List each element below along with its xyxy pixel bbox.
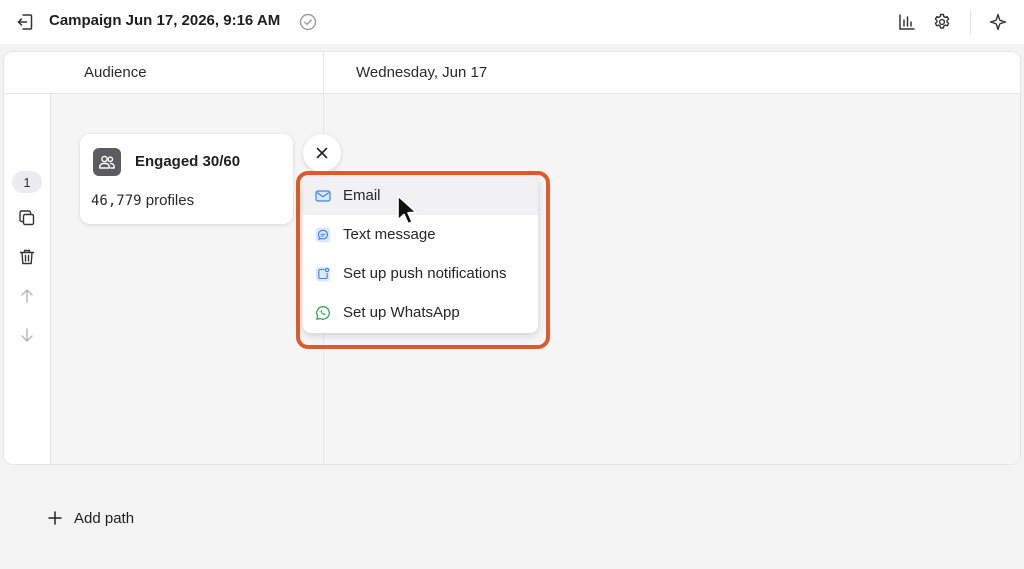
menu-item-whatsapp[interactable]: Set up WhatsApp — [303, 294, 538, 332]
segment-name: Engaged 30/60 — [135, 153, 241, 170]
toolbar-divider — [970, 10, 971, 34]
gear-icon[interactable] — [930, 10, 954, 34]
people-icon — [93, 148, 121, 176]
menu-item-text-message[interactable]: Text message — [303, 216, 538, 254]
profile-count-value: 46,779 — [91, 193, 142, 209]
menu-item-label: Set up WhatsApp — [343, 304, 460, 321]
top-bar: Campaign Jun 17, 2026, 9:16 AM — [0, 0, 1024, 44]
day-column-label: Wednesday, Jun 17 — [356, 64, 488, 81]
bar-chart-icon[interactable] — [895, 10, 919, 34]
menu-item-email[interactable]: Email — [303, 177, 538, 215]
email-icon — [315, 188, 331, 204]
menu-item-label: Email — [343, 187, 381, 204]
arrow-up-icon[interactable] — [15, 284, 39, 308]
add-path-button[interactable]: Add path — [46, 505, 134, 531]
plus-icon — [46, 509, 64, 527]
mouse-cursor-icon — [396, 194, 420, 228]
audience-column-header: Audience — [4, 52, 324, 94]
exit-left-icon[interactable] — [14, 11, 36, 33]
sparkle-icon[interactable] — [986, 10, 1010, 34]
profile-count-suffix: profiles — [141, 192, 195, 209]
push-notification-icon — [315, 266, 331, 282]
close-menu-button[interactable] — [303, 134, 341, 172]
chat-bubble-icon — [315, 227, 331, 243]
segment-profile-count: 46,779 profiles — [91, 192, 194, 209]
path-rail: 1 — [4, 94, 51, 464]
close-icon — [316, 147, 328, 159]
add-path-label: Add path — [74, 509, 135, 527]
channel-menu: Email Text message Set up push notificat… — [303, 177, 538, 333]
check-circle-icon — [298, 12, 318, 32]
path-number-badge: 1 — [12, 171, 42, 193]
campaign-title[interactable]: Campaign Jun 17, 2026, 9:16 AM — [49, 12, 280, 29]
menu-item-push-notifications[interactable]: Set up push notifications — [303, 255, 538, 293]
trash-icon[interactable] — [15, 245, 39, 269]
day-column-header: Wednesday, Jun 17 — [324, 52, 1020, 94]
arrow-down-icon[interactable] — [15, 323, 39, 347]
duplicate-icon[interactable] — [15, 206, 39, 230]
menu-item-label: Text message — [343, 226, 436, 243]
whatsapp-icon — [315, 305, 331, 321]
menu-item-label: Set up push notifications — [343, 265, 507, 282]
audience-column-label: Audience — [84, 64, 147, 81]
segment-card[interactable]: Engaged 30/60 46,779 profiles — [80, 134, 293, 224]
